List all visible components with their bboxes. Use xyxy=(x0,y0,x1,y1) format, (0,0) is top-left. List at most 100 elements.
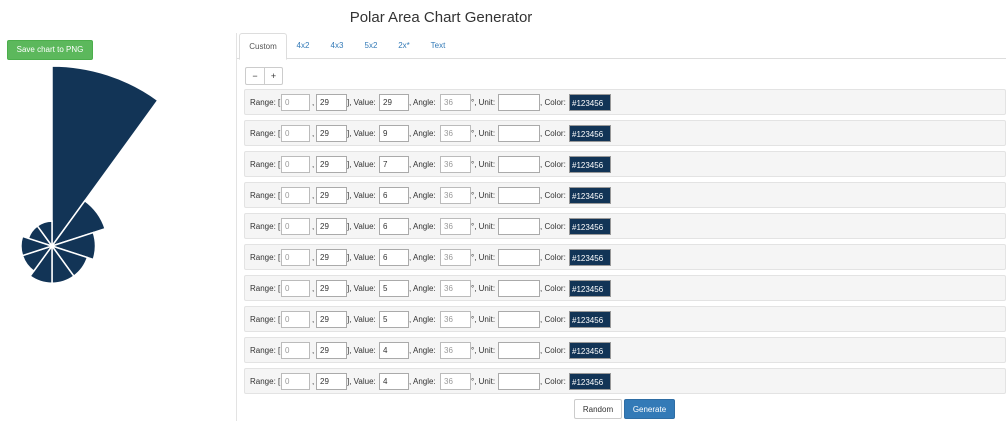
value-input[interactable] xyxy=(379,249,409,266)
value-input[interactable] xyxy=(379,187,409,204)
tab-5x2[interactable]: 5x2 xyxy=(359,33,383,59)
range-max-input[interactable] xyxy=(316,342,347,359)
color-swatch[interactable]: #123456 xyxy=(569,125,611,142)
remove-row-button[interactable]: − xyxy=(246,68,264,84)
unit-input[interactable] xyxy=(498,373,540,390)
angle-input[interactable] xyxy=(440,125,471,142)
range-label: Range: [ xyxy=(250,160,281,169)
data-row: Range: [,], Value: , Angle: °, Unit: , Colo… xyxy=(244,151,1006,177)
angle-label: , Angle: xyxy=(409,129,436,138)
random-button[interactable]: Random xyxy=(574,399,622,419)
data-row: Range: [,], Value: , Angle: °, Unit: , Colo… xyxy=(244,368,1006,394)
unit-input[interactable] xyxy=(498,249,540,266)
color-swatch[interactable]: #123456 xyxy=(569,373,611,390)
value-label: ], Value: xyxy=(347,222,376,231)
range-separator: , xyxy=(312,222,315,231)
angle-input[interactable] xyxy=(440,156,471,173)
unit-label: °, Unit: xyxy=(471,377,496,386)
range-min-input[interactable] xyxy=(281,311,310,328)
angle-input[interactable] xyxy=(440,187,471,204)
value-input[interactable] xyxy=(379,156,409,173)
unit-input[interactable] xyxy=(498,125,540,142)
angle-input[interactable] xyxy=(440,249,471,266)
angle-label: , Angle: xyxy=(409,284,436,293)
unit-input[interactable] xyxy=(498,218,540,235)
generate-button[interactable]: Generate xyxy=(624,399,675,419)
color-swatch[interactable]: #123456 xyxy=(569,94,611,111)
range-max-input[interactable] xyxy=(316,249,347,266)
unit-input[interactable] xyxy=(498,156,540,173)
polar-area-chart xyxy=(20,65,159,284)
unit-input[interactable] xyxy=(498,187,540,204)
color-swatch[interactable]: #123456 xyxy=(569,249,611,266)
value-input[interactable] xyxy=(379,373,409,390)
angle-input[interactable] xyxy=(440,342,471,359)
angle-input[interactable] xyxy=(440,373,471,390)
range-min-input[interactable] xyxy=(281,249,310,266)
range-min-input[interactable] xyxy=(281,218,310,235)
tab-2x-star[interactable]: 2x* xyxy=(393,33,415,59)
angle-input[interactable] xyxy=(440,311,471,328)
tab-text[interactable]: Text xyxy=(425,33,451,59)
range-max-input[interactable] xyxy=(316,156,347,173)
color-swatch[interactable]: #123456 xyxy=(569,187,611,204)
color-swatch[interactable]: #123456 xyxy=(569,218,611,235)
unit-label: °, Unit: xyxy=(471,222,496,231)
range-max-input[interactable] xyxy=(316,280,347,297)
value-input[interactable] xyxy=(379,311,409,328)
value-label: ], Value: xyxy=(347,160,376,169)
range-max-input[interactable] xyxy=(316,94,347,111)
range-min-input[interactable] xyxy=(281,373,310,390)
range-min-input[interactable] xyxy=(281,280,310,297)
unit-label: °, Unit: xyxy=(471,98,496,107)
color-label: , Color: xyxy=(540,377,566,386)
color-swatch[interactable]: #123456 xyxy=(569,342,611,359)
range-max-input[interactable] xyxy=(316,218,347,235)
range-min-input[interactable] xyxy=(281,342,310,359)
color-label: , Color: xyxy=(540,253,566,262)
angle-label: , Angle: xyxy=(409,315,436,324)
range-min-input[interactable] xyxy=(281,125,310,142)
color-label: , Color: xyxy=(540,160,566,169)
unit-input[interactable] xyxy=(498,342,540,359)
unit-label: °, Unit: xyxy=(471,284,496,293)
unit-label: °, Unit: xyxy=(471,346,496,355)
range-min-input[interactable] xyxy=(281,156,310,173)
value-input[interactable] xyxy=(379,218,409,235)
color-swatch[interactable]: #123456 xyxy=(569,280,611,297)
unit-input[interactable] xyxy=(498,311,540,328)
value-input[interactable] xyxy=(379,94,409,111)
range-min-input[interactable] xyxy=(281,187,310,204)
add-row-button[interactable]: + xyxy=(264,68,282,84)
range-label: Range: [ xyxy=(250,222,281,231)
color-swatch[interactable]: #123456 xyxy=(569,156,611,173)
tab-4x2[interactable]: 4x2 xyxy=(291,33,315,59)
color-swatch[interactable]: #123456 xyxy=(569,311,611,328)
range-separator: , xyxy=(312,129,315,138)
range-separator: , xyxy=(312,315,315,324)
tab-custom[interactable]: Custom xyxy=(239,33,287,60)
range-min-input[interactable] xyxy=(281,94,310,111)
data-row: Range: [,], Value: , Angle: °, Unit: , Colo… xyxy=(244,306,1006,332)
range-label: Range: [ xyxy=(250,98,281,107)
value-label: ], Value: xyxy=(347,346,376,355)
unit-label: °, Unit: xyxy=(471,129,496,138)
unit-input[interactable] xyxy=(498,280,540,297)
value-input[interactable] xyxy=(379,280,409,297)
angle-input[interactable] xyxy=(440,280,471,297)
angle-input[interactable] xyxy=(440,94,471,111)
range-max-input[interactable] xyxy=(316,373,347,390)
unit-label: °, Unit: xyxy=(471,160,496,169)
unit-label: °, Unit: xyxy=(471,191,496,200)
unit-input[interactable] xyxy=(498,94,540,111)
value-input[interactable] xyxy=(379,342,409,359)
angle-label: , Angle: xyxy=(409,346,436,355)
tab-4x3[interactable]: 4x3 xyxy=(325,33,349,59)
range-max-input[interactable] xyxy=(316,187,347,204)
range-max-input[interactable] xyxy=(316,311,347,328)
page-title: Polar Area Chart Generator xyxy=(349,9,533,26)
angle-input[interactable] xyxy=(440,218,471,235)
range-max-input[interactable] xyxy=(316,125,347,142)
range-separator: , xyxy=(312,160,315,169)
value-input[interactable] xyxy=(379,125,409,142)
